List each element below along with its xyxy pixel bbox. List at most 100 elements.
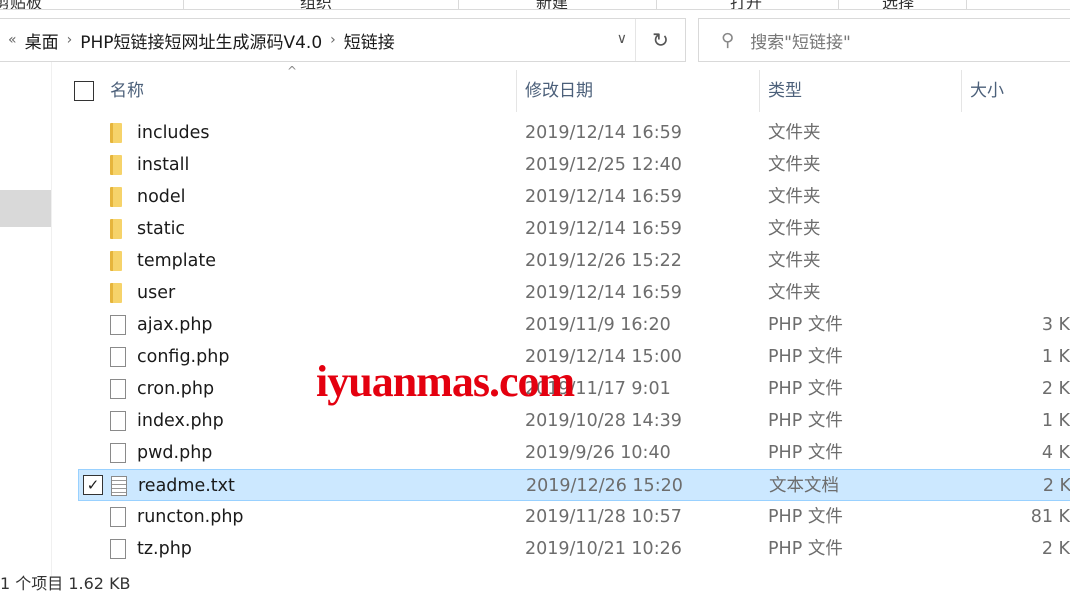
file-type: PHP 文件 [768, 443, 843, 463]
search-icon: ⚲ [721, 29, 735, 51]
file-row[interactable]: runcton.php 2019/11/28 10:57 PHP 文件 81 K [78, 501, 1070, 533]
folder-icon [110, 283, 122, 303]
file-size: 1 K [1041, 347, 1070, 367]
folder-icon [110, 251, 122, 271]
file-icon [110, 411, 126, 431]
file-size: 2 K [1042, 476, 1070, 496]
file-name[interactable]: config.php [137, 341, 229, 373]
column-header: ^ 名称 修改日期 类型 大小 [62, 64, 1070, 112]
file-name[interactable]: ajax.php [137, 309, 213, 341]
nav-selected-item[interactable] [0, 190, 51, 227]
file-name[interactable]: install [137, 149, 189, 181]
file-row[interactable]: ✓ readme.txt 2019/12/26 15:20 文本文档 2 K [78, 469, 1070, 501]
file-row[interactable]: includes 2019/12/14 16:59 文件夹 [78, 117, 1070, 149]
file-type: PHP 文件 [768, 507, 843, 527]
file-type: PHP 文件 [768, 379, 843, 399]
folder-icon [110, 155, 122, 175]
file-icon [110, 379, 126, 399]
watermark: iyuanmas.com [316, 357, 575, 406]
ribbon-open[interactable]: 打开 [730, 0, 762, 9]
file-row[interactable]: install 2019/12/25 12:40 文件夹 [78, 149, 1070, 181]
chevron-right-icon[interactable]: › [330, 32, 336, 48]
file-icon [110, 507, 126, 527]
file-name[interactable]: tz.php [137, 533, 192, 565]
file-type: PHP 文件 [768, 411, 843, 431]
ribbon-new[interactable]: 新建 [536, 0, 568, 9]
file-date: 2019/12/25 12:40 [525, 155, 682, 175]
file-type: 文件夹 [768, 283, 821, 303]
file-row[interactable]: static 2019/12/14 16:59 文件夹 [78, 213, 1070, 245]
file-date: 2019/10/21 10:26 [525, 539, 682, 559]
file-name[interactable]: user [137, 277, 175, 309]
file-date: 2019/12/14 16:59 [525, 219, 682, 239]
column-date[interactable]: 修改日期 [516, 70, 759, 112]
ribbon-clipboard[interactable]: 剪贴板 [0, 0, 42, 9]
file-date: 2019/12/26 15:22 [525, 251, 682, 271]
file-size: 1 K [1041, 411, 1070, 431]
search-input[interactable]: ⚲ 搜索"短链接" [698, 18, 1070, 62]
file-row[interactable]: index.php 2019/10/28 14:39 PHP 文件 1 K [78, 405, 1070, 437]
file-name[interactable]: readme.txt [138, 470, 235, 502]
file-icon [110, 539, 126, 559]
file-date: 2019/11/28 10:57 [525, 507, 682, 527]
file-date: 2019/11/9 16:20 [525, 315, 671, 335]
file-name[interactable]: static [137, 213, 185, 245]
search-placeholder: 搜索"短链接" [750, 32, 851, 53]
file-type: 文件夹 [768, 219, 821, 239]
file-name[interactable]: runcton.php [137, 501, 244, 533]
file-type: 文件夹 [768, 251, 821, 271]
file-size: 81 K [1030, 507, 1070, 527]
file-icon [110, 315, 126, 335]
file-name[interactable]: nodel [137, 181, 186, 213]
file-type: 文本文档 [769, 476, 839, 496]
breadcrumb-project[interactable]: PHP短链接短网址生成源码V4.0 [80, 28, 322, 53]
navigation-pane[interactable] [0, 62, 52, 580]
file-date: 2019/9/26 10:40 [525, 443, 671, 463]
file-size: 4 K [1041, 443, 1070, 463]
ribbon-organize[interactable]: 组织 [300, 0, 332, 9]
file-row[interactable]: template 2019/12/26 15:22 文件夹 [78, 245, 1070, 277]
ribbon-toolbar: 剪贴板 组织 新建 打开 选择 [0, 0, 1070, 10]
folder-icon [110, 123, 122, 143]
file-type: 文件夹 [768, 155, 821, 175]
file-date: 2019/12/14 16:59 [525, 123, 682, 143]
file-type: 文件夹 [768, 123, 821, 143]
file-row[interactable]: nodel 2019/12/14 16:59 文件夹 [78, 181, 1070, 213]
breadcrumb-current[interactable]: 短链接 [344, 28, 395, 53]
file-size: 2 K [1041, 379, 1070, 399]
breadcrumb-desktop[interactable]: 桌面 [25, 28, 59, 53]
refresh-icon[interactable]: ↻ [635, 19, 685, 61]
overflow-chevron-icon[interactable]: « [8, 32, 17, 48]
file-type: PHP 文件 [768, 347, 843, 367]
file-date: 2019/12/14 16:59 [525, 283, 682, 303]
column-name[interactable]: 名称 [102, 70, 515, 112]
file-name[interactable]: cron.php [137, 373, 214, 405]
file-icon [110, 443, 126, 463]
file-name[interactable]: pwd.php [137, 437, 212, 469]
file-row[interactable]: tz.php 2019/10/21 10:26 PHP 文件 2 K [78, 533, 1070, 565]
column-type[interactable]: 类型 [759, 70, 961, 112]
file-row[interactable]: pwd.php 2019/9/26 10:40 PHP 文件 4 K [78, 437, 1070, 469]
file-date: 2019/12/26 15:20 [526, 476, 683, 496]
file-type: PHP 文件 [768, 315, 843, 335]
file-type: PHP 文件 [768, 539, 843, 559]
chevron-down-icon[interactable]: ∨ [617, 31, 627, 47]
file-name[interactable]: index.php [137, 405, 224, 437]
file-row[interactable]: ajax.php 2019/11/9 16:20 PHP 文件 3 K [78, 309, 1070, 341]
status-bar: 1 个项目 1.62 KB [0, 574, 131, 593]
row-checkbox[interactable]: ✓ [83, 475, 103, 495]
address-bar[interactable]: « 桌面 › PHP短链接短网址生成源码V4.0 › 短链接 ∨ ↻ [0, 18, 686, 62]
chevron-right-icon[interactable]: › [67, 32, 73, 48]
ribbon-select[interactable]: 选择 [882, 0, 914, 9]
select-all-checkbox[interactable] [74, 81, 94, 101]
folder-icon [110, 219, 122, 239]
file-size: 3 K [1041, 315, 1070, 335]
text-file-icon [111, 476, 127, 496]
file-row[interactable]: user 2019/12/14 16:59 文件夹 [78, 277, 1070, 309]
column-size[interactable]: 大小 [961, 70, 1070, 112]
file-name[interactable]: template [137, 245, 216, 277]
file-date: 2019/10/28 14:39 [525, 411, 682, 431]
file-size: 2 K [1041, 539, 1070, 559]
file-type: 文件夹 [768, 187, 821, 207]
file-name[interactable]: includes [137, 117, 210, 149]
